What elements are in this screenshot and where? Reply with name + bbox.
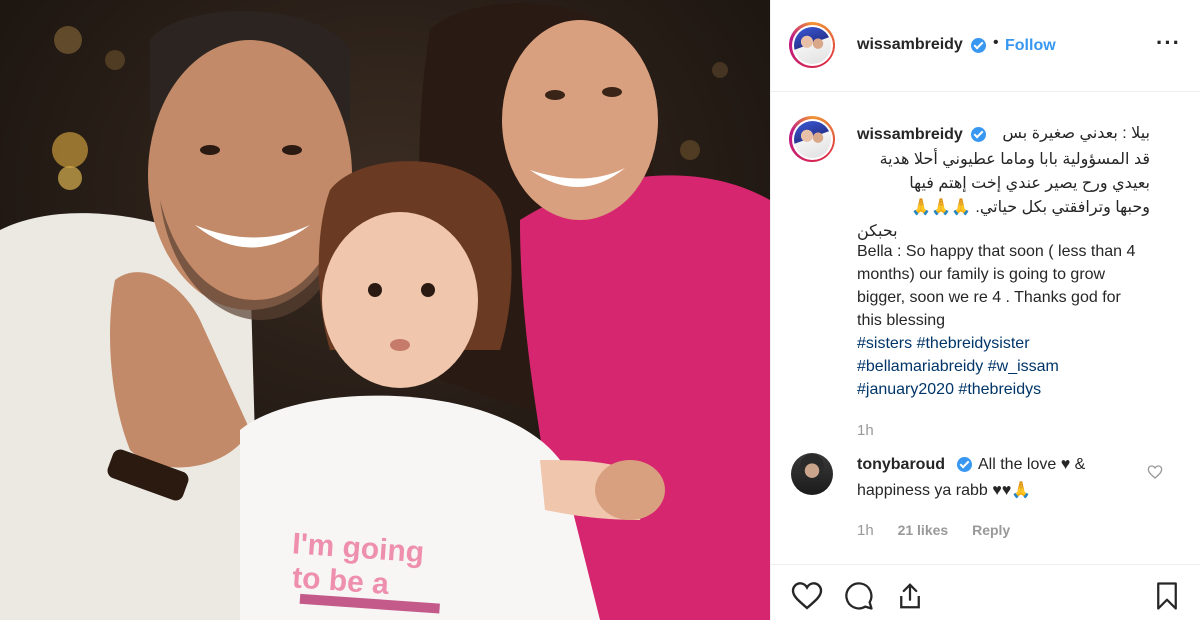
- avatar[interactable]: [789, 22, 835, 68]
- caption: wissambreidy بيلا : بعدني صغيرة بس قد ال…: [771, 92, 1200, 444]
- hashtag-line[interactable]: #january2020 #thebreidys: [857, 378, 1041, 401]
- more-options-icon[interactable]: ···: [1156, 30, 1181, 56]
- comment-timestamp[interactable]: 1h: [857, 522, 874, 539]
- header-username[interactable]: wissambreidy: [857, 36, 963, 54]
- post-photo[interactable]: I'm going to be a: [0, 0, 770, 620]
- share-icon[interactable]: [895, 581, 925, 616]
- commenter-avatar[interactable]: [791, 453, 833, 495]
- caption-english-line: this blessing: [857, 312, 946, 329]
- comment-likes[interactable]: 21 likes: [898, 522, 949, 538]
- verified-badge-icon: [971, 38, 986, 53]
- action-bar: [771, 564, 1200, 620]
- post-header: wissambreidy • Follow ···: [771, 0, 1200, 92]
- verified-badge-icon: [957, 457, 972, 472]
- hashtag-line[interactable]: #sisters #thebreidysister: [857, 332, 1030, 355]
- comment-like-heart-icon[interactable]: [1147, 464, 1163, 485]
- comment-username[interactable]: tonybaroud: [857, 456, 945, 474]
- caption-arabic-line: بعيدي ورح يصير عندي إخت إهتم فيها: [909, 175, 1150, 192]
- caption-arabic-line: قد المسؤولية بابا وماما عطيوني أحلا هدية: [879, 151, 1150, 168]
- caption-english-line: months) our family is going to grow: [857, 266, 1106, 283]
- profile-picture: [793, 120, 831, 158]
- reply-button[interactable]: Reply: [972, 522, 1010, 538]
- caption-arabic-line: وحبها وترافقتي بكل حياتي. 🙏🙏🙏: [911, 199, 1150, 216]
- heart-icon[interactable]: [791, 581, 823, 616]
- follow-button[interactable]: Follow: [1005, 37, 1056, 55]
- hashtag-line[interactable]: #bellamariabreidy #w_issam: [857, 355, 1059, 378]
- caption-timestamp[interactable]: 1h: [857, 422, 874, 439]
- bookmark-icon[interactable]: [1153, 581, 1181, 616]
- separator-dot: •: [993, 34, 999, 51]
- post-details-panel: wissambreidy • Follow ··· wissambreidy ب…: [770, 0, 1200, 620]
- comment-meta: 1h 21 likes Reply: [857, 522, 1030, 539]
- comment-text-continued: happiness ya rabb ♥♥🙏: [857, 482, 1032, 499]
- comment: tonybaroud All the love ♥ & happiness ya…: [771, 444, 1200, 554]
- comment-icon[interactable]: [843, 581, 875, 616]
- family-photo-illustration: I'm going to be a: [0, 0, 770, 620]
- caption-english-line: bigger, soon we re 4 . Thanks god for: [857, 289, 1121, 306]
- caption-arabic-line: بيلا : بعدني صغيرة بس: [1002, 125, 1150, 142]
- comment-text: All the love ♥ &: [978, 456, 1086, 473]
- caption-english-line: Bella : So happy that soon ( less than 4: [857, 243, 1136, 260]
- caption-avatar[interactable]: [789, 116, 835, 162]
- profile-picture: [793, 26, 831, 64]
